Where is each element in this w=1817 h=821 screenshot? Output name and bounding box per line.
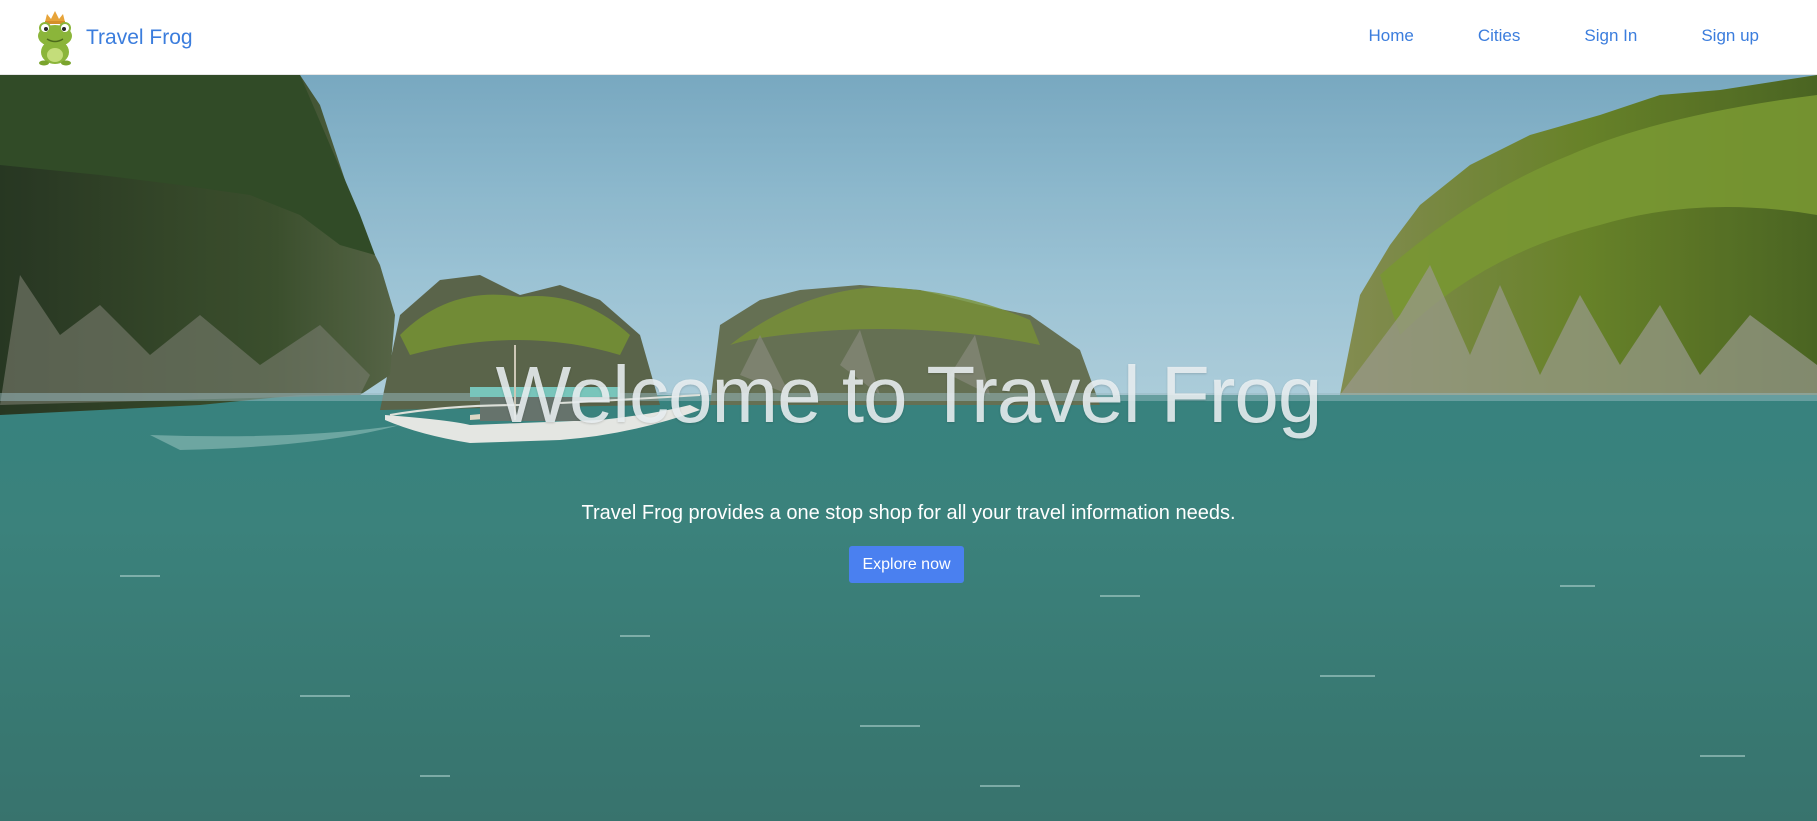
brand-name: Travel Frog	[86, 25, 193, 49]
nav-link-sign-in[interactable]: Sign In	[1584, 26, 1637, 46]
brand-link[interactable]: Travel Frog	[34, 8, 193, 66]
nav-link-sign-up[interactable]: Sign up	[1701, 26, 1759, 46]
hero-subtitle: Travel Frog provides a one stop shop for…	[581, 502, 1236, 524]
hero-section: Welcome to Travel Frog Travel Frog provi…	[0, 75, 1817, 821]
top-navbar: Travel Frog Home Cities Sign In Sign up	[0, 0, 1817, 75]
hero-background-image	[0, 75, 1817, 821]
hero-title: Welcome to Travel Frog	[495, 350, 1323, 439]
nav-link-cities[interactable]: Cities	[1478, 26, 1521, 46]
explore-now-button[interactable]: Explore now	[849, 546, 964, 583]
nav-links: Home Cities Sign In Sign up	[1369, 0, 1759, 72]
frog-with-crown-icon	[38, 11, 72, 66]
nav-link-home[interactable]: Home	[1369, 26, 1414, 46]
